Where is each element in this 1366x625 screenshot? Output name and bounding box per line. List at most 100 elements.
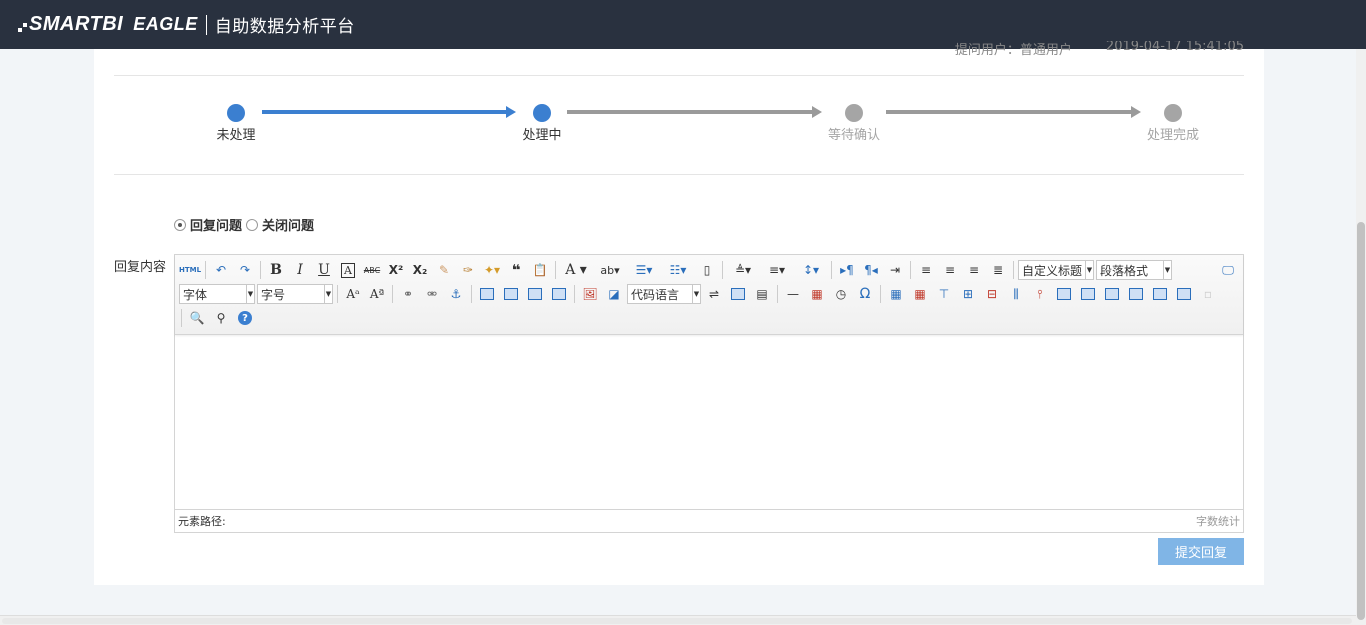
insert-column-icon[interactable]: ⫼ bbox=[1004, 283, 1028, 305]
search-replace-icon[interactable]: ⚲ bbox=[209, 307, 233, 329]
chevron-down-icon: ▼ bbox=[692, 285, 700, 303]
split-to-cells-icon[interactable] bbox=[1124, 283, 1148, 305]
platform-title: 自助数据分析平台 bbox=[214, 17, 355, 37]
font-size-select[interactable]: 字号 ▼ bbox=[257, 284, 333, 304]
select-value: 段落格式 bbox=[1100, 263, 1149, 278]
align-center-icon[interactable]: ≡ bbox=[938, 259, 962, 281]
rich-text-editor: HTML ↶ ↷ B I U A ABC X² X₂ ✎ ✑ ✦▾ ❝ 📋 A … bbox=[174, 254, 1244, 533]
html-source-button[interactable]: HTML bbox=[178, 259, 202, 281]
row-spacing-bottom-icon[interactable]: ≡▾ bbox=[760, 259, 794, 281]
font-family-select[interactable]: 字体 ▼ bbox=[179, 284, 255, 304]
uppercase-icon[interactable]: Aᵃ bbox=[341, 283, 365, 305]
split-to-cols-icon[interactable] bbox=[1172, 283, 1196, 305]
rtl-icon[interactable]: ¶◂ bbox=[859, 259, 883, 281]
chevron-down-icon: ▼ bbox=[324, 285, 332, 303]
blockquote-icon[interactable]: ❝ bbox=[504, 259, 528, 281]
action-radio-group: 回复问题 关闭问题 bbox=[174, 215, 318, 234]
toolbar-separator bbox=[574, 285, 575, 303]
italic-icon[interactable]: I bbox=[288, 259, 312, 281]
insert-row-icon[interactable]: ⊞ bbox=[956, 283, 980, 305]
image-float-none-icon[interactable] bbox=[475, 283, 499, 305]
scrollbar-thumb[interactable] bbox=[1357, 222, 1365, 620]
subscript-icon[interactable]: X₂ bbox=[408, 259, 432, 281]
vertical-scrollbar[interactable] bbox=[1356, 49, 1366, 625]
insert-table-icon[interactable]: ▦ bbox=[884, 283, 908, 305]
unlink-icon[interactable]: ⚮ bbox=[420, 283, 444, 305]
strikethrough-icon[interactable]: ABC bbox=[360, 259, 384, 281]
delete-column-icon[interactable]: ⫯ bbox=[1028, 283, 1052, 305]
paragraph-format-select[interactable]: 段落格式 ▼ bbox=[1096, 260, 1172, 280]
unordered-list-icon[interactable]: ☷▾ bbox=[661, 259, 695, 281]
scrollbar-thumb[interactable] bbox=[2, 618, 1352, 624]
select-all-icon[interactable]: ▯ bbox=[695, 259, 719, 281]
help-icon[interactable]: ? bbox=[233, 307, 257, 329]
merge-down-icon[interactable] bbox=[1100, 283, 1124, 305]
format-brush-icon[interactable]: ✑ bbox=[456, 259, 480, 281]
insert-paragraph-before-table-icon[interactable]: ⊤ bbox=[932, 283, 956, 305]
ordered-list-icon[interactable]: ☰▾ bbox=[627, 259, 661, 281]
underline-icon[interactable]: U bbox=[312, 259, 336, 281]
image-float-right-icon[interactable] bbox=[523, 283, 547, 305]
indent-icon[interactable]: ⇥ bbox=[883, 259, 907, 281]
page-break-icon[interactable]: ⇌ bbox=[702, 283, 726, 305]
step-arrow-2 bbox=[567, 106, 822, 118]
image-float-left-icon[interactable] bbox=[499, 283, 523, 305]
superscript-icon[interactable]: X² bbox=[384, 259, 408, 281]
horizontal-rule-icon[interactable]: — bbox=[781, 283, 805, 305]
row-spacing-top-icon[interactable]: ≜▾ bbox=[726, 259, 760, 281]
horizontal-scrollbar[interactable] bbox=[0, 615, 1356, 625]
chevron-down-icon: ▼ bbox=[1163, 261, 1171, 279]
select-value: 自定义标题 bbox=[1022, 263, 1083, 278]
toolbar-separator bbox=[831, 261, 832, 279]
reply-question-radio[interactable]: 回复问题 bbox=[174, 215, 242, 234]
chart-icon[interactable]: ▫ bbox=[1196, 283, 1220, 305]
fullscreen-icon[interactable]: 🖵 bbox=[1216, 259, 1240, 281]
ltr-icon[interactable]: ▸¶ bbox=[835, 259, 859, 281]
link-icon[interactable]: ⚭ bbox=[396, 283, 420, 305]
undo-icon[interactable]: ↶ bbox=[209, 259, 233, 281]
background-icon[interactable]: ▤ bbox=[750, 283, 774, 305]
code-language-select[interactable]: 代码语言 ▼ bbox=[627, 284, 701, 304]
auto-format-icon[interactable]: ✦▾ bbox=[480, 259, 504, 281]
lowercase-icon[interactable]: Aª bbox=[365, 283, 389, 305]
editor-content-area[interactable] bbox=[175, 335, 1243, 509]
word-count: 字数统计 bbox=[1196, 515, 1240, 528]
image-center-icon[interactable] bbox=[547, 283, 571, 305]
brand-divider bbox=[205, 14, 207, 35]
step-label: 未处理 bbox=[216, 128, 256, 143]
bold-icon[interactable]: B bbox=[264, 259, 288, 281]
close-question-radio[interactable]: 关闭问题 bbox=[246, 215, 314, 234]
background-color-icon[interactable]: ab▾ bbox=[593, 259, 627, 281]
special-chars-icon[interactable]: Ω bbox=[853, 283, 877, 305]
redo-icon[interactable]: ↷ bbox=[233, 259, 257, 281]
submit-reply-button[interactable]: 提交回复 bbox=[1158, 538, 1244, 565]
brand-logo: SMARTBI EAGLE 自助数据分析平台 bbox=[18, 12, 355, 37]
paste-text-icon[interactable]: 📋 bbox=[528, 259, 552, 281]
template-icon[interactable] bbox=[726, 283, 750, 305]
align-left-icon[interactable]: ≡ bbox=[914, 259, 938, 281]
emotion-icon[interactable]: ◪ bbox=[602, 283, 626, 305]
split-to-rows-icon[interactable] bbox=[1148, 283, 1172, 305]
align-justify-icon[interactable]: ≣ bbox=[986, 259, 1010, 281]
step-arrow-3 bbox=[886, 106, 1141, 118]
merge-cells-icon[interactable] bbox=[1052, 283, 1076, 305]
anchor-icon[interactable]: ⚓ bbox=[444, 283, 468, 305]
select-value: 字体 bbox=[183, 287, 208, 302]
eraser-icon[interactable]: ✎ bbox=[432, 259, 456, 281]
delete-table-icon[interactable]: ▦ bbox=[908, 283, 932, 305]
toolbar-row-2: 字体 ▼ 字号 ▼ Aᵃ Aª ⚭ ⚮ ⚓ 🖼 ◪ 代码语言 ▼ ⇌ ▤ — ▦… bbox=[178, 282, 1240, 306]
custom-title-select[interactable]: 自定义标题 ▼ bbox=[1018, 260, 1094, 280]
line-height-icon[interactable]: ↕▾ bbox=[794, 259, 828, 281]
time-icon[interactable]: ◷ bbox=[829, 283, 853, 305]
toolbar-separator bbox=[392, 285, 393, 303]
font-border-icon[interactable]: A bbox=[336, 259, 360, 281]
toolbar-separator bbox=[910, 261, 911, 279]
delete-row-icon[interactable]: ⊟ bbox=[980, 283, 1004, 305]
merge-right-icon[interactable] bbox=[1076, 283, 1100, 305]
insert-image-icon[interactable]: 🖼 bbox=[578, 283, 602, 305]
toolbar-separator bbox=[1013, 261, 1014, 279]
font-color-icon[interactable]: A ▾ bbox=[559, 259, 593, 281]
align-right-icon[interactable]: ≡ bbox=[962, 259, 986, 281]
preview-icon[interactable]: 🔍 bbox=[185, 307, 209, 329]
date-icon[interactable]: ▦ bbox=[805, 283, 829, 305]
